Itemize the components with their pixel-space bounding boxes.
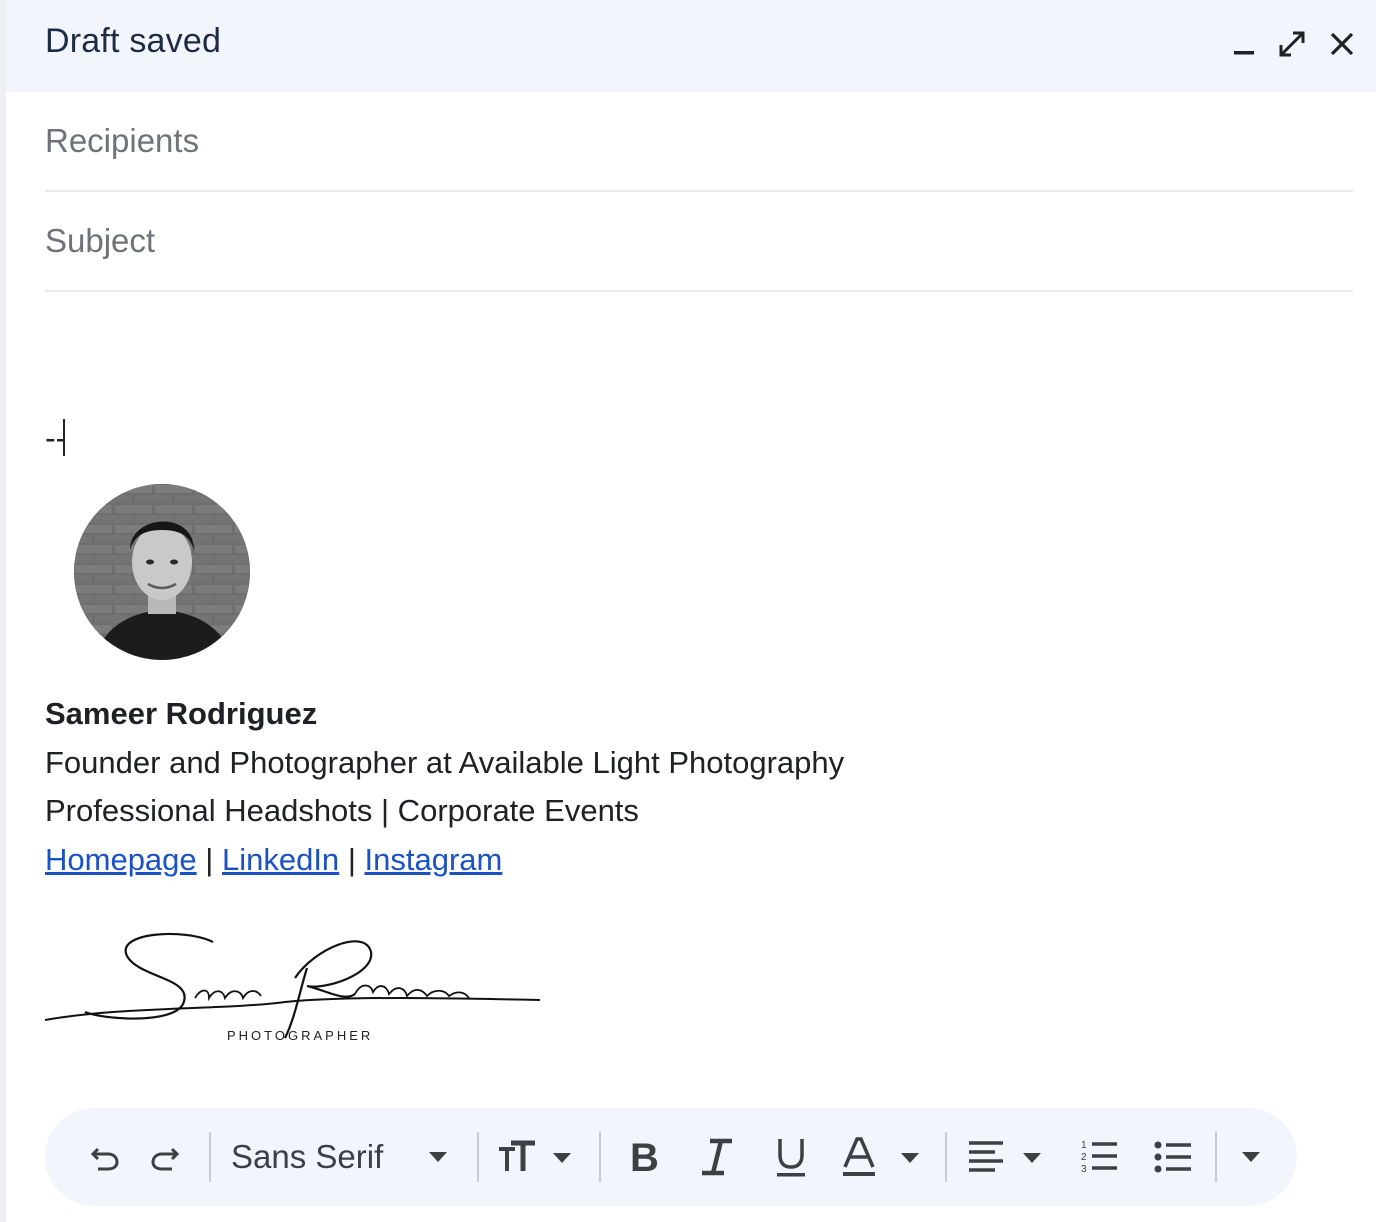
svg-text:2: 2 [1081, 1152, 1087, 1163]
subject-input[interactable] [45, 192, 1353, 290]
more-formatting-button[interactable] [1229, 1108, 1273, 1206]
message-body[interactable]: -- Sameer Rodriguez Founder and Photogra… [45, 300, 1353, 1100]
signature-links: Homepage | LinkedIn | Instagram [45, 842, 502, 878]
minimize-button[interactable] [1224, 24, 1264, 64]
font-size-button[interactable] [495, 1108, 579, 1206]
toolbar-divider [209, 1132, 211, 1182]
signature-title: Founder and Photographer at Available Li… [45, 745, 845, 780]
align-left-icon [969, 1141, 1041, 1172]
recipients-field[interactable] [45, 92, 1353, 192]
text-caret [63, 419, 65, 456]
signature-services: Professional Headshots | Corporate Event… [45, 793, 639, 828]
minimize-icon [1234, 51, 1254, 55]
instagram-link[interactable]: Instagram [365, 842, 503, 877]
fullscreen-button[interactable] [1272, 24, 1312, 64]
redo-button[interactable] [143, 1108, 187, 1206]
bold-button[interactable]: B [617, 1108, 669, 1206]
homepage-link[interactable]: Homepage [45, 842, 197, 877]
bold-icon: B [630, 1137, 659, 1177]
italic-icon [702, 1138, 732, 1176]
numbered-list-button[interactable]: 1 2 3 [1073, 1108, 1125, 1206]
svg-text:B: B [630, 1137, 659, 1177]
bulleted-list-icon [1154, 1141, 1191, 1173]
bulleted-list-button[interactable] [1147, 1108, 1199, 1206]
close-icon [1330, 32, 1354, 56]
svg-text:3: 3 [1081, 1164, 1087, 1175]
link-separator: | [347, 842, 356, 877]
text-size-icon [499, 1140, 571, 1171]
signature-name: Sameer Rodriguez [45, 696, 318, 731]
underline-button[interactable] [765, 1108, 817, 1206]
toolbar-divider [945, 1132, 947, 1182]
numbered-list-icon: 1 2 3 [1081, 1140, 1117, 1175]
chevron-down-icon [429, 1152, 447, 1162]
font-family-select[interactable]: Sans Serif [231, 1108, 471, 1206]
font-family-label: Sans Serif [231, 1138, 384, 1175]
subject-field[interactable] [45, 192, 1353, 292]
svg-text:PHOTOGRAPHER: PHOTOGRAPHER [227, 1028, 373, 1043]
redo-icon [151, 1147, 180, 1171]
text-color-icon [843, 1137, 919, 1176]
formatting-toolbar: Sans Serif B 1 2 3 [45, 1108, 1297, 1206]
align-button[interactable] [963, 1108, 1053, 1206]
compose-header: Draft saved [6, 0, 1376, 92]
chevron-down-icon [1242, 1152, 1260, 1162]
compose-title: Draft saved [45, 22, 222, 60]
recipients-input[interactable] [45, 92, 1353, 190]
svg-text:1: 1 [1081, 1140, 1087, 1151]
toolbar-divider [599, 1132, 601, 1182]
link-separator: | [205, 842, 214, 877]
undo-button[interactable] [83, 1108, 127, 1206]
text-color-button[interactable] [841, 1108, 927, 1206]
underline-icon [777, 1139, 805, 1177]
linkedin-link[interactable]: LinkedIn [222, 842, 339, 877]
toolbar-divider [1215, 1132, 1217, 1182]
profile-photo [74, 484, 250, 660]
handwritten-signature: PHOTOGRAPHER [45, 932, 541, 1043]
close-button[interactable] [1322, 24, 1362, 64]
fullscreen-icon [1279, 31, 1305, 57]
toolbar-divider [477, 1132, 479, 1182]
avatar [74, 484, 250, 660]
undo-icon [90, 1147, 119, 1171]
compose-window: Draft saved -- [6, 0, 1376, 1222]
italic-button[interactable] [691, 1108, 743, 1206]
